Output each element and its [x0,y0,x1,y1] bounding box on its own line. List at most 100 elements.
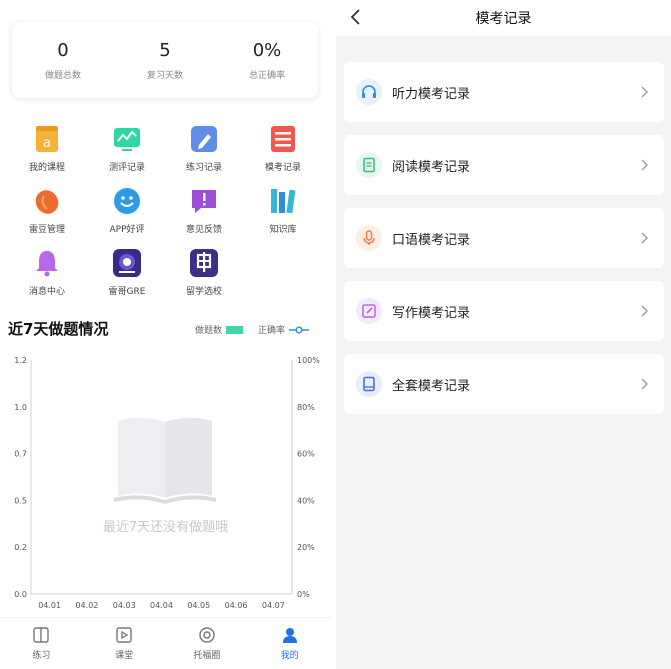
apply-app-icon [189,248,219,278]
y-left-tick-label: 0.7 [14,450,27,459]
tab-label: 课堂 [115,651,134,661]
row-label: 阅读模考记录 [392,159,471,175]
x-tick-label: 04.04 [150,601,173,610]
grid-item-app-review[interactable]: APP好评 [87,186,167,235]
tab-practice[interactable]: 练习 [0,618,83,669]
legend-line: 正确率 [258,323,310,336]
y-right-tick-label: 20% [297,543,315,552]
row-reading-records[interactable]: 阅读模考记录 [344,135,664,195]
stat-review-days[interactable]: 5 复习天数 [114,22,216,98]
row-label: 写作模考记录 [392,305,471,321]
mock-records-screen: 模考记录 听力模考记录 阅读模考记录 口语模考记录 写作模考记录 全套模考记录 [336,0,671,669]
stat-accuracy[interactable]: 0% 总正确率 [216,22,318,98]
grid-label: 留学选校 [185,287,222,297]
stat-total-questions[interactable]: 0 做题总数 [12,22,114,98]
tab-mine[interactable]: 我的 [248,618,331,669]
row-full-set-records[interactable]: 全套模考记录 [344,354,664,414]
stat-value: 0% [252,39,282,61]
grid-item-mock-records[interactable]: 模考记录 [243,124,323,173]
list-doc-icon [268,124,298,154]
tab-label: 托福圈 [193,651,221,661]
y-left-tick-label: 0.5 [14,496,27,505]
y-left-tick-label: 0.2 [14,543,27,552]
stat-value: 0 [57,39,69,61]
bean-icon [32,186,62,216]
book-open-icon [32,626,50,644]
nav-bar: 模考记录 [336,0,671,36]
y-right-tick-label: 60% [297,450,315,459]
row-writing-records[interactable]: 写作模考记录 [344,281,664,341]
legend-line-label: 正确率 [258,326,286,336]
stat-label: 做题总数 [44,70,81,81]
tab-classroom[interactable]: 课堂 [83,618,166,669]
pencil-icon [189,124,219,154]
stat-label: 总正确率 [248,70,285,81]
x-tick-label: 04.02 [75,601,98,610]
empty-book-illustration [114,417,216,504]
grid-label: 雷哥GRE [108,287,146,297]
headphones-icon [356,79,382,105]
chevron-right-icon [641,86,648,98]
grid-label: APP好评 [109,225,145,235]
grid-item-message-center[interactable]: 消息中心 [7,248,87,297]
chart-monitor-icon [112,124,142,154]
row-listening-records[interactable]: 听力模考记录 [344,62,664,122]
book-icon [356,371,382,397]
y-right-tick-label: 100% [297,356,320,365]
legend-bar-swatch [226,325,244,334]
stat-value: 5 [159,39,171,61]
row-speaking-records[interactable]: 口语模考记录 [344,208,664,268]
chevron-right-icon [641,305,648,317]
svg-text:a: a [43,136,51,151]
row-label: 口语模考记录 [392,232,471,248]
microphone-icon [356,225,382,251]
grid-item-assessment-records[interactable]: 测评记录 [87,124,167,173]
grid-item-school-selection[interactable]: 留学选校 [164,248,244,297]
y-right-tick-label: 40% [297,496,315,505]
tab-toefl-circle[interactable]: 托福圈 [166,618,249,669]
tab-label: 练习 [32,651,51,661]
row-label: 全套模考记录 [392,378,471,394]
books-icon [268,186,298,216]
smile-icon [112,186,142,216]
tab-label: 我的 [280,651,299,661]
bottom-tab-bar: 练习 课堂 托福圈 我的 [0,617,331,669]
legend-bar: 做题数 [195,323,244,336]
legend-line-swatch [289,325,310,334]
edit-icon [356,298,382,324]
chevron-right-icon [641,232,648,244]
grid-item-knowledge-base[interactable]: 知识库 [243,186,323,235]
document-icon [356,152,382,178]
grid-item-leige-gre[interactable]: 雷哥GRE [87,248,167,297]
profile-screen: 0 做题总数 5 复习天数 0% 总正确率 a 我的课程 测评记录 练习记录 模… [0,0,331,669]
grid-label: 雷豆管理 [28,225,65,235]
x-tick-label: 04.06 [225,601,248,610]
grid-label: 模考记录 [264,163,301,173]
grid-label: 测评记录 [108,163,145,173]
bell-icon [32,248,62,278]
y-left-tick-label: 1.2 [14,356,27,365]
grid-item-feedback[interactable]: 意见反馈 [164,186,244,235]
grid-label: 意见反馈 [185,225,222,235]
chevron-right-icon [641,378,648,390]
stat-label: 复习天数 [146,70,183,81]
app-root: 0 做题总数 5 复习天数 0% 总正确率 a 我的课程 测评记录 练习记录 模… [0,0,671,669]
x-tick-label: 04.03 [113,601,136,610]
grid-item-practice-records[interactable]: 练习记录 [164,124,244,173]
y-left-tick-label: 0.0 [14,590,27,599]
row-label: 听力模考记录 [392,86,471,102]
y-right-tick-label: 0% [297,590,310,599]
course-book-icon: a [32,124,62,154]
grid-label: 知识库 [269,225,297,235]
grid-item-my-courses[interactable]: a 我的课程 [7,124,87,173]
feedback-icon [189,186,219,216]
y-right-tick-label: 80% [297,403,315,412]
y-left-tick-label: 1.0 [14,403,27,412]
grid-item-bean-management[interactable]: 雷豆管理 [7,186,87,235]
chevron-right-icon [641,159,648,171]
x-tick-label: 04.07 [262,601,285,610]
user-icon [281,626,299,644]
legend-bar-label: 做题数 [195,326,223,336]
empty-state-text: 最近7天还没有做题哦 [102,520,229,535]
daily-practice-chart: 1.2 1.0 0.7 0.5 0.2 0.0 100% 80% 60% 40% 20% 0% 04.0… [14,356,320,610]
